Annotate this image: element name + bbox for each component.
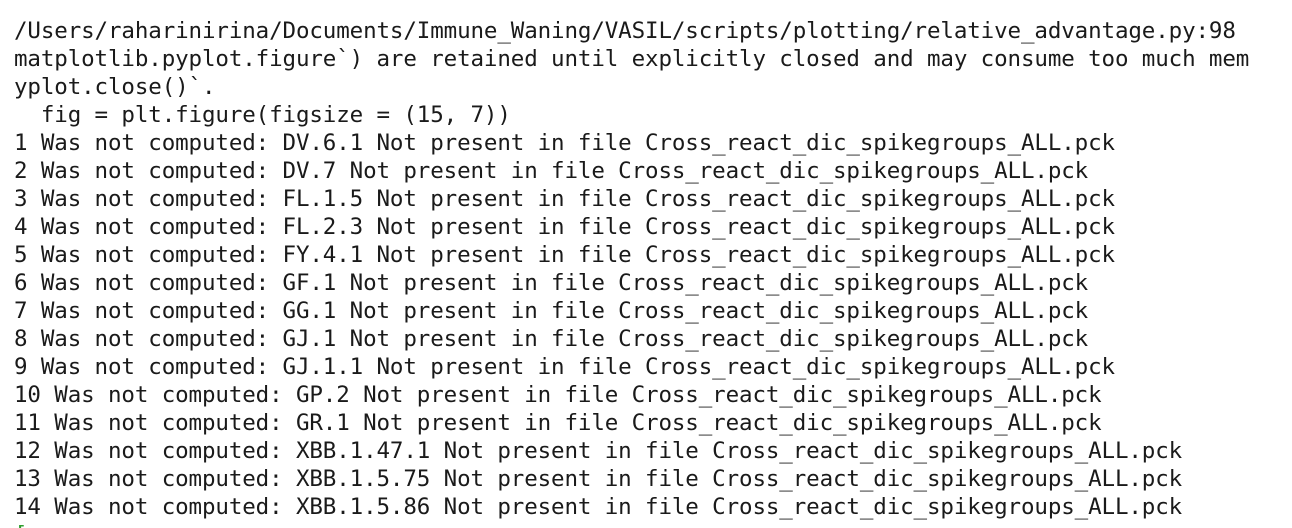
warning-message-line: yplot.close()`. (14, 74, 216, 100)
warning-source-line: fig = plt.figure(figsize = (15, 7)) (14, 102, 511, 128)
output-line: 5 Was not computed: FY.4.1 Not present i… (14, 242, 1115, 268)
output-line: 3 Was not computed: FL.1.5 Not present i… (14, 186, 1115, 212)
output-line: 12 Was not computed: XBB.1.47.1 Not pres… (14, 438, 1183, 464)
output-line: 11 Was not computed: GR.1 Not present in… (14, 410, 1102, 436)
warning-path-line: /Users/raharinirina/Documents/Immune_Wan… (14, 18, 1236, 44)
output-line: 9 Was not computed: GJ.1.1 Not present i… (14, 354, 1115, 380)
terminal-window[interactable]: /Users/raharinirina/Documents/Immune_Wan… (0, 0, 1292, 528)
output-line: 6 Was not computed: GF.1 Not present in … (14, 270, 1089, 296)
output-line: 10 Was not computed: GP.2 Not present in… (14, 382, 1102, 408)
output-line: 2 Was not computed: DV.7 Not present in … (14, 158, 1089, 184)
shell-prompt-partial: [ (14, 521, 1249, 528)
output-line: 13 Was not computed: XBB.1.5.75 Not pres… (14, 466, 1183, 492)
output-line: 14 Was not computed: XBB.1.5.86 Not pres… (14, 494, 1183, 520)
output-line: 7 Was not computed: GG.1 Not present in … (14, 298, 1089, 324)
terminal-output: /Users/raharinirina/Documents/Immune_Wan… (14, 17, 1249, 528)
output-line: 8 Was not computed: GJ.1 Not present in … (14, 326, 1089, 352)
output-line: 1 Was not computed: DV.6.1 Not present i… (14, 130, 1115, 156)
output-line: 4 Was not computed: FL.2.3 Not present i… (14, 214, 1115, 240)
warning-message-line: matplotlib.pyplot.figure`) are retained … (14, 46, 1250, 72)
